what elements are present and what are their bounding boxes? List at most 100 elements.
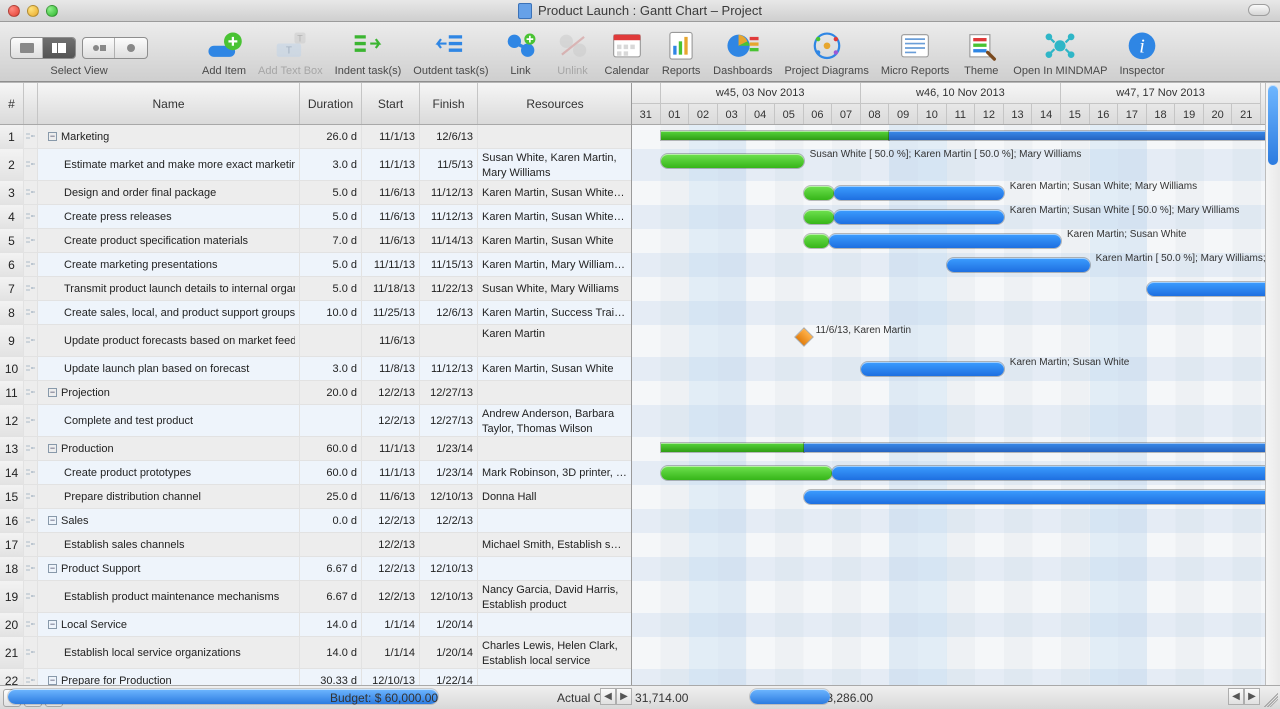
table-row[interactable]: 20−Local Service14.0 d1/1/141/20/14 xyxy=(0,613,631,637)
resources-cell[interactable]: Karen Martin, Susan White xyxy=(478,357,631,381)
task-name-cell[interactable]: −Marketing xyxy=(38,125,300,149)
col-duration[interactable]: Duration xyxy=(300,83,362,124)
duration-cell[interactable]: 7.0 d xyxy=(300,229,362,253)
start-cell[interactable]: 12/2/13 xyxy=(362,533,420,557)
start-cell[interactable]: 11/18/13 xyxy=(362,277,420,301)
calendar-button[interactable]: Calendar xyxy=(605,29,650,77)
finish-cell[interactable]: 12/27/13 xyxy=(420,405,478,437)
gantt-task-bar[interactable] xyxy=(832,466,1280,480)
duration-cell[interactable]: 6.67 d xyxy=(300,557,362,581)
resources-cell[interactable]: Karen Martin, Susan White, Mary Williams xyxy=(478,205,631,229)
micro-reports-button[interactable]: Micro Reports xyxy=(881,29,949,77)
gantt-task-bar[interactable] xyxy=(834,210,1004,224)
disclosure-icon[interactable]: − xyxy=(48,564,57,573)
task-name-cell[interactable]: −Prepare for Production xyxy=(38,669,300,685)
resources-cell[interactable]: Karen Martin, Success Trainings corp. xyxy=(478,301,631,325)
add-item-button[interactable]: Add Item xyxy=(202,29,246,77)
disclosure-icon[interactable]: − xyxy=(48,620,57,629)
start-cell[interactable]: 11/1/13 xyxy=(362,437,420,461)
task-name-cell[interactable]: −Sales xyxy=(38,509,300,533)
resources-cell[interactable]: Karen Martin, Mary Williams, Projector xyxy=(478,253,631,277)
finish-cell[interactable] xyxy=(420,533,478,557)
task-name-cell[interactable]: Create product specification materials xyxy=(38,229,300,253)
task-name-cell[interactable]: −Product Support xyxy=(38,557,300,581)
resources-cell[interactable]: Michael Smith, Establish sales channels xyxy=(478,533,631,557)
gantt-summary-bar[interactable] xyxy=(661,443,804,452)
resources-cell[interactable] xyxy=(478,557,631,581)
task-name-cell[interactable]: Establish local service organizations xyxy=(38,637,300,669)
gantt-task-bar[interactable] xyxy=(1147,282,1280,296)
duration-cell[interactable]: 5.0 d xyxy=(300,205,362,229)
task-name-cell[interactable]: Transmit product launch details to inter… xyxy=(38,277,300,301)
indent-button[interactable]: Indent task(s) xyxy=(335,29,402,77)
start-cell[interactable]: 1/1/14 xyxy=(362,637,420,669)
table-row[interactable]: 17Establish sales channels12/2/13Michael… xyxy=(0,533,631,557)
start-cell[interactable]: 11/25/13 xyxy=(362,301,420,325)
duration-cell[interactable]: 3.0 d xyxy=(300,149,362,181)
resources-cell[interactable]: Mark Robinson, 3D printer, Printing mate… xyxy=(478,461,631,485)
task-name-cell[interactable]: Update product forecasts based on market… xyxy=(38,325,300,357)
start-cell[interactable]: 11/6/13 xyxy=(362,325,420,357)
start-cell[interactable]: 11/1/13 xyxy=(362,125,420,149)
duration-cell[interactable]: 10.0 d xyxy=(300,301,362,325)
resources-cell[interactable] xyxy=(478,437,631,461)
table-row[interactable]: 10Update launch plan based on forecast3.… xyxy=(0,357,631,381)
task-name-cell[interactable]: Create sales, local, and product support… xyxy=(38,301,300,325)
col-name[interactable]: Name xyxy=(38,83,300,124)
duration-cell[interactable] xyxy=(300,325,362,357)
resources-cell[interactable]: Donna Hall xyxy=(478,485,631,509)
task-name-cell[interactable]: Prepare distribution channel xyxy=(38,485,300,509)
gantt-task-bar-progress[interactable] xyxy=(804,210,834,224)
right-scroll-right-button[interactable]: ▶ xyxy=(1244,688,1260,705)
table-row[interactable]: 11−Projection20.0 d12/2/1312/27/13 xyxy=(0,381,631,405)
table-row[interactable]: 22−Prepare for Production30.33 d12/10/13… xyxy=(0,669,631,685)
start-cell[interactable]: 12/2/13 xyxy=(362,557,420,581)
col-start[interactable]: Start xyxy=(362,83,420,124)
disclosure-icon[interactable]: − xyxy=(48,516,57,525)
duration-cell[interactable]: 14.0 d xyxy=(300,613,362,637)
task-name-cell[interactable]: Create product prototypes xyxy=(38,461,300,485)
task-name-cell[interactable]: −Local Service xyxy=(38,613,300,637)
duration-cell[interactable]: 6.67 d xyxy=(300,581,362,613)
gantt-area[interactable]: Susan White [ 50.0 %]; Karen Martin [ 50… xyxy=(632,125,1280,685)
view-segmented-1[interactable] xyxy=(10,37,76,59)
table-row[interactable]: 6Create marketing presentations5.0 d11/1… xyxy=(0,253,631,277)
view-seg2-opt2[interactable] xyxy=(115,38,147,58)
start-cell[interactable]: 12/10/13 xyxy=(362,669,420,685)
duration-cell[interactable] xyxy=(300,405,362,437)
start-cell[interactable]: 12/2/13 xyxy=(362,509,420,533)
task-name-cell[interactable]: Establish sales channels xyxy=(38,533,300,557)
gantt-summary-bar[interactable] xyxy=(804,443,1280,452)
left-scroll-left-button[interactable]: ◀ xyxy=(600,688,616,705)
finish-cell[interactable]: 11/12/13 xyxy=(420,205,478,229)
duration-cell[interactable]: 14.0 d xyxy=(300,637,362,669)
start-cell[interactable]: 12/2/13 xyxy=(362,581,420,613)
table-row[interactable]: 1−Marketing26.0 d11/1/1312/6/13 xyxy=(0,125,631,149)
view-seg1-opt1[interactable] xyxy=(11,38,43,58)
resources-cell[interactable] xyxy=(478,613,631,637)
start-cell[interactable]: 12/2/13 xyxy=(362,405,420,437)
resources-cell[interactable]: Nancy Garcia, David Harris, Establish pr… xyxy=(478,581,631,613)
disclosure-icon[interactable]: − xyxy=(48,676,57,685)
gantt-task-bar[interactable] xyxy=(861,362,1004,376)
finish-cell[interactable]: 11/22/13 xyxy=(420,277,478,301)
theme-button[interactable]: Theme xyxy=(961,29,1001,77)
table-row[interactable]: 19Establish product maintenance mechanis… xyxy=(0,581,631,613)
resources-cell[interactable]: Susan White, Mary Williams xyxy=(478,277,631,301)
task-name-cell[interactable]: −Production xyxy=(38,437,300,461)
table-row[interactable]: 4Create press releases5.0 d11/6/1311/12/… xyxy=(0,205,631,229)
gantt-summary-bar[interactable] xyxy=(889,131,1280,140)
finish-cell[interactable]: 12/10/13 xyxy=(420,581,478,613)
finish-cell[interactable]: 12/2/13 xyxy=(420,509,478,533)
duration-cell[interactable]: 5.0 d xyxy=(300,253,362,277)
duration-cell[interactable]: 30.33 d xyxy=(300,669,362,685)
add-text-box-button[interactable]: TTAdd Text Box xyxy=(258,29,323,77)
start-cell[interactable]: 11/1/13 xyxy=(362,461,420,485)
gantt-task-bar[interactable] xyxy=(834,186,1004,200)
disclosure-icon[interactable]: − xyxy=(48,444,57,453)
resources-cell[interactable] xyxy=(478,381,631,405)
toolbar-toggle-button[interactable] xyxy=(1248,4,1270,16)
view-seg2-opt1[interactable] xyxy=(83,38,115,58)
gantt-task-bar-progress[interactable] xyxy=(661,466,833,480)
project-diagrams-button[interactable]: Project Diagrams xyxy=(784,29,868,77)
